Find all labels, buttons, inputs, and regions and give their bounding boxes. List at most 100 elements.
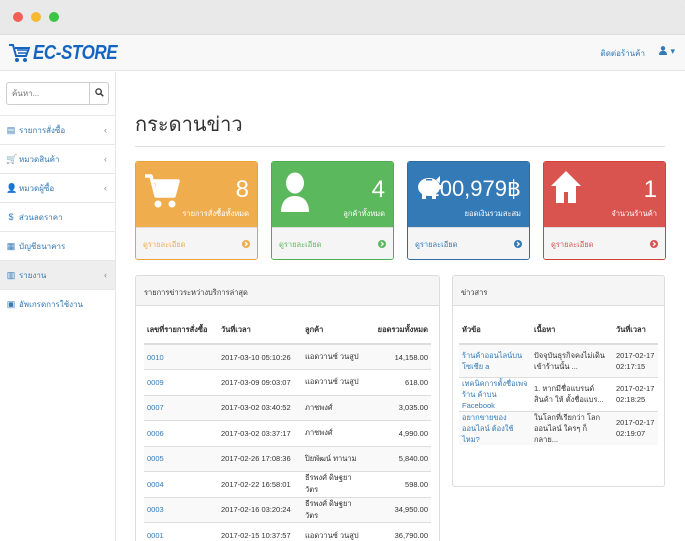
order-id-link[interactable]: 0010 xyxy=(144,343,218,370)
column-header: เลขที่รายการสั่งซื้อ xyxy=(144,316,218,345)
revenue-stat-card: 100,979฿ ยอดเงินรวมสะสม ดูรายละเอียด xyxy=(407,161,530,260)
order-id-link[interactable]: 0009 xyxy=(144,369,218,395)
user-icon: 👤 xyxy=(6,182,18,193)
order-id-link[interactable]: 0007 xyxy=(144,394,218,421)
minimize-window-button[interactable] xyxy=(31,12,41,22)
news-topic-link[interactable]: เทคนิคการตั้งชื่อเพจร้าน ค้าบน Facebook xyxy=(459,376,531,411)
sidebar-item[interactable]: 👤 หมวดผู้ซื้อ ‹ xyxy=(0,173,115,202)
column-header: ยอดรวมทั้งหมด xyxy=(366,316,431,345)
stores-details-link[interactable]: ดูรายละเอียด xyxy=(544,227,665,259)
user-menu-toggle[interactable]: ▾ xyxy=(659,46,675,57)
column-header: วันที่เวลา xyxy=(613,316,658,345)
details-label: ดูรายละเอียด xyxy=(551,239,594,249)
search-button[interactable] xyxy=(90,82,109,105)
sidebar-item-label: บัญชีธนาคาร xyxy=(19,241,66,251)
panel-heading: ข่าวสาร xyxy=(453,276,664,306)
page-title: กระดานข่าว xyxy=(135,114,243,136)
table-row: 0006 2017-03-02 03:37:17 ภาชพงศ์ 4,990.00 xyxy=(144,420,431,446)
customers-count: 4 xyxy=(371,176,385,203)
sidebar-item[interactable]: 🛒 หมวดสินค้า ‹ xyxy=(0,144,115,173)
sidebar-item-label: ส่วนลดราคา xyxy=(19,212,63,222)
order-datetime: 2017-02-16 03:20:24 xyxy=(218,496,302,523)
table-row: 0001 2017-02-15 10:37:57 แอดวานซ์ วนสูป 36,… xyxy=(144,522,431,541)
brand-name: EC-STORE xyxy=(33,41,118,64)
home-icon xyxy=(550,170,582,206)
order-total: 5,840.00 xyxy=(366,445,431,472)
user-icon xyxy=(659,46,668,57)
customer-name: ธีรพงศ์ ดิษฐยาวัตร xyxy=(302,471,366,497)
report-icon: ▥ xyxy=(6,269,16,280)
column-header: เนื้อหา xyxy=(531,316,613,345)
revenue-details-link[interactable]: ดูรายละเอียด xyxy=(408,227,529,259)
column-header: วันที่เวลา xyxy=(218,316,302,345)
arrow-circle-right-icon xyxy=(514,239,522,250)
order-id-link[interactable]: 0005 xyxy=(144,445,218,472)
table-row: เทคนิคการตั้งชื่อเพจร้าน ค้าบน Facebook 1… xyxy=(459,376,658,411)
order-datetime: 2017-02-26 17:08:36 xyxy=(218,445,302,472)
news-datetime: 2017-02-17 02:19:07 xyxy=(613,410,658,445)
sidebar-item-label: หมวดสินค้า xyxy=(19,154,60,164)
order-total: 36,790.00 xyxy=(366,522,431,541)
sidebar-item[interactable]: ▣ อัพเกรดการใช้งาน xyxy=(0,289,115,318)
order-total: 14,158.00 xyxy=(366,343,431,370)
sidebar-item[interactable]: $ ส่วนลดราคา xyxy=(0,202,115,231)
order-total: 34,950.00 xyxy=(366,496,431,523)
window-titlebar xyxy=(0,0,685,35)
orders-label: รายการสั่งซื้อทั้งหมด xyxy=(182,209,249,218)
customers-stat-card: 4 ลูกค้าทั้งหมด ดูรายละเอียด xyxy=(271,161,394,260)
table-row: 0005 2017-02-26 17:08:36 ปิยพัฒน์ ทานาม 5,8… xyxy=(144,445,431,472)
chevron-left-icon: ‹ xyxy=(104,183,107,193)
close-window-button[interactable] xyxy=(13,12,23,22)
news-topic-link[interactable]: ร้านค้าออนไลน์บนโซเชีย a xyxy=(459,343,531,377)
arrow-circle-right-icon xyxy=(378,239,386,250)
sidebar-item[interactable]: ▦ บัญชีธนาคาร xyxy=(0,231,115,260)
revenue-total: 100,979฿ xyxy=(427,176,521,201)
news-date: 2017-02-17 xyxy=(616,384,655,393)
list-icon: ▤ xyxy=(6,124,16,135)
search-icon xyxy=(94,88,104,99)
chevron-left-icon: ‹ xyxy=(104,270,107,280)
panel-heading: รายการข่าวระหว่างบริการล่าสุด xyxy=(136,276,439,306)
brand-logo[interactable]: EC-STORE xyxy=(8,40,132,66)
orders-table: เลขที่รายการสั่งซื้อ วันที่เวลา ลูกค้า ย… xyxy=(144,316,431,541)
table-row: อยากขายของออนไลน์ ต้องใช้ไหม? ในโลกที่เรี… xyxy=(459,410,658,445)
order-datetime: 2017-03-09 09:03:07 xyxy=(218,369,302,395)
caret-down-icon: ▾ xyxy=(670,46,675,56)
dollar-icon: $ xyxy=(8,212,14,222)
search-input[interactable] xyxy=(6,82,90,105)
news-datetime: 2017-02-17 02:17:15 xyxy=(613,343,658,377)
news-datetime: 2017-02-17 02:18:25 xyxy=(613,376,658,411)
orders-details-link[interactable]: ดูรายละเอียด xyxy=(136,227,257,259)
column-header: ลูกค้า xyxy=(302,316,366,345)
order-id-link[interactable]: 0001 xyxy=(144,522,218,541)
news-content: ในโลกที่เรียกว่า โลก ออนไลน์ ใครๆ ก็กลาย… xyxy=(531,410,613,445)
contact-store-link[interactable]: ติดต่อร้านค้า xyxy=(601,47,646,60)
news-panel: ข่าวสาร หัวข้อ เนื้อหา วันที่เวลา ร้านค้… xyxy=(452,275,665,487)
customers-details-link[interactable]: ดูรายละเอียด xyxy=(272,227,393,259)
order-total: 3,035.00 xyxy=(366,394,431,421)
news-date: 2017-02-17 xyxy=(616,350,655,360)
news-time: 02:19:07 xyxy=(616,429,646,438)
details-label: ดูรายละเอียด xyxy=(143,239,186,249)
maximize-window-button[interactable] xyxy=(49,12,59,22)
customer-name: ภาชพงศ์ xyxy=(302,420,366,446)
chevron-left-icon: ‹ xyxy=(104,154,107,164)
customer-name: ปิยพัฒน์ ทานาม xyxy=(302,445,366,472)
sidebar-item[interactable]: ▤ รายการสั่งซื้อ ‹ xyxy=(0,115,115,144)
customers-label: ลูกค้าทั้งหมด xyxy=(343,209,385,218)
news-date: 2017-02-17 xyxy=(616,418,655,427)
order-id-link[interactable]: 0006 xyxy=(144,420,218,446)
sidebar-search xyxy=(6,82,109,105)
news-topic-link[interactable]: อยากขายของออนไลน์ ต้องใช้ไหม? xyxy=(459,410,531,445)
bank-icon: ▦ xyxy=(6,240,16,251)
orders-count: 8 xyxy=(235,176,249,203)
order-id-link[interactable]: 0004 xyxy=(144,471,218,497)
main-content: กระดานข่าว 8 รายการสั่งซื้อทั้งหมด ดูราย… xyxy=(117,72,685,541)
table-row: 0009 2017-03-09 09:03:07 แอดวานซ์ วนสูป 618… xyxy=(144,369,431,395)
table-row: ร้านค้าออนไลน์บนโซเชีย a ปัจจุบันธุรกิจคง… xyxy=(459,343,658,377)
sidebar-item[interactable]: ▥ รายงาน ‹ xyxy=(0,260,115,289)
sidebar-item-label: อัพเกรดการใช้งาน xyxy=(19,299,83,309)
order-datetime: 2017-02-15 10:37:57 xyxy=(218,522,302,541)
stores-stat-card: 1 จำนวนร้านค้า ดูรายละเอียด xyxy=(543,161,666,260)
order-id-link[interactable]: 0003 xyxy=(144,496,218,523)
